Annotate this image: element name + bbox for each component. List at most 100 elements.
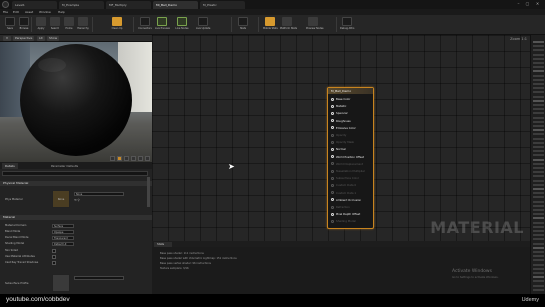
palette-list-item[interactable] xyxy=(533,209,544,211)
palette-list-item[interactable] xyxy=(533,175,544,178)
phys-material-thumbnail[interactable]: None xyxy=(52,190,70,208)
node-input-pin[interactable]: World Position Offset xyxy=(331,155,364,159)
use-material-attributes-checkbox[interactable] xyxy=(52,255,56,259)
palette-list-item[interactable] xyxy=(533,83,544,85)
palette-list-item[interactable] xyxy=(533,108,544,111)
palette-list-item[interactable] xyxy=(533,150,544,153)
toolbar-button[interactable]: Platform Stats xyxy=(280,16,297,33)
palette-list-item[interactable] xyxy=(533,259,544,262)
menu-file[interactable]: File xyxy=(3,10,8,14)
palette-list-item[interactable] xyxy=(533,141,544,144)
palette-list-item[interactable] xyxy=(533,179,544,182)
palette-list-item[interactable] xyxy=(533,53,544,56)
material-output-node[interactable]: M_Ball_Demo Base Color Metallic Specular Ro… xyxy=(327,87,374,229)
palette-list-item[interactable] xyxy=(533,284,544,287)
menu-help[interactable]: Help xyxy=(58,10,65,14)
palette-list-item[interactable] xyxy=(533,230,544,232)
preview-cube-button[interactable] xyxy=(131,156,136,161)
node-input-pin[interactable]: Custom Data 0 xyxy=(331,183,356,187)
toolbar-button[interactable]: Home xyxy=(62,16,76,33)
node-input-pin[interactable]: Opacity Mask xyxy=(331,140,354,144)
toolbar-button[interactable]: Debug Attrs xyxy=(340,16,354,33)
toolbar-button[interactable]: Search xyxy=(48,16,62,33)
pin-connector-icon[interactable] xyxy=(331,111,334,115)
tab-stats[interactable]: Stats xyxy=(154,241,172,247)
palette-list-item[interactable] xyxy=(533,263,544,266)
palette-list-item[interactable] xyxy=(533,104,544,106)
node-input-pin[interactable]: Tessellation Multiplier xyxy=(331,169,365,173)
palette-list-item[interactable] xyxy=(533,280,544,283)
palette-list-item[interactable] xyxy=(533,116,544,119)
node-input-pin[interactable]: Specular xyxy=(331,111,348,115)
palette-list-item[interactable] xyxy=(533,267,544,270)
node-input-pin[interactable]: Pixel Depth Offset xyxy=(331,212,360,216)
pin-connector-icon[interactable] xyxy=(331,97,334,101)
toolbar-button[interactable]: Live Update xyxy=(196,16,210,33)
toolbar-button[interactable]: Preview Nodes xyxy=(306,16,324,33)
material-domain-select[interactable]: Surface xyxy=(52,224,74,228)
pin-connector-icon[interactable] xyxy=(331,198,334,202)
pin-connector-icon[interactable] xyxy=(331,155,334,159)
palette-list-item[interactable] xyxy=(533,225,544,228)
toolbar-button[interactable]: Live Nodes xyxy=(175,16,189,33)
decal-blend-mode-select[interactable]: Translucent xyxy=(52,236,74,240)
browse-asset-icon[interactable]: ⟲ ⚲ xyxy=(74,198,80,202)
preview-sphere-button[interactable] xyxy=(117,156,122,161)
palette-list-item[interactable] xyxy=(533,95,544,98)
palette-list-item[interactable] xyxy=(533,49,544,52)
toolbar-button[interactable]: Save xyxy=(3,16,17,33)
palette-list-item[interactable] xyxy=(533,255,544,258)
pin-connector-icon[interactable] xyxy=(331,119,334,123)
palette-list-item[interactable] xyxy=(533,188,544,190)
node-title[interactable]: M_Ball_Demo xyxy=(328,88,373,94)
palette-list-item[interactable] xyxy=(533,288,544,291)
node-input-pin[interactable]: Base Color xyxy=(331,97,350,101)
palette-list-item[interactable] xyxy=(533,120,544,123)
toolbar-button[interactable]: Browse xyxy=(17,16,31,33)
node-input-pin[interactable]: Roughness xyxy=(331,119,351,123)
pin-connector-icon[interactable] xyxy=(331,212,334,216)
palette-list-item[interactable] xyxy=(533,112,544,115)
toolbar-button[interactable]: Live Preview xyxy=(155,16,170,33)
blend-mode-select[interactable]: Opaque xyxy=(52,230,74,234)
node-input-pin[interactable]: Emissive Color xyxy=(331,126,356,130)
pin-connector-icon[interactable] xyxy=(331,191,334,195)
palette-list-item[interactable] xyxy=(533,45,544,48)
palette-list-item[interactable] xyxy=(533,57,544,60)
palette-list-item[interactable] xyxy=(533,167,544,169)
node-input-pin[interactable]: Custom Data 1 xyxy=(331,191,356,195)
category-material[interactable]: Material xyxy=(0,215,152,220)
preview-cylinder-button[interactable] xyxy=(110,156,115,161)
pin-connector-icon[interactable] xyxy=(331,169,334,173)
palette-list-item[interactable] xyxy=(533,62,544,64)
palette-list-item[interactable] xyxy=(533,246,544,249)
toolbar-button[interactable]: Stats xyxy=(236,16,250,33)
palette-list-item[interactable] xyxy=(533,78,544,81)
node-input-pin[interactable]: Normal xyxy=(331,147,346,151)
palette-list-item[interactable] xyxy=(533,183,544,186)
palette-list-item[interactable] xyxy=(533,221,544,224)
palette-list-item[interactable] xyxy=(533,99,544,102)
cast-ray-traced-shadows-checkbox[interactable] xyxy=(52,261,56,265)
node-input-pin[interactable]: Shading Model xyxy=(331,219,356,223)
palette-list-item[interactable] xyxy=(533,41,544,43)
two-sided-checkbox[interactable] xyxy=(52,249,56,253)
tab-material-function[interactable]: MF_Multiply xyxy=(106,1,151,9)
pin-connector-icon[interactable] xyxy=(331,126,334,130)
palette-list-item[interactable] xyxy=(533,154,544,157)
subsurface-profile-combo[interactable] xyxy=(74,276,124,280)
palette-list-item[interactable] xyxy=(533,217,544,220)
toolbar-button[interactable]: Hierarchy xyxy=(76,16,90,33)
tab-plastic[interactable]: M_Plastic xyxy=(200,1,245,9)
pin-connector-icon[interactable] xyxy=(331,183,334,187)
palette-list-item[interactable] xyxy=(533,238,544,241)
palette-list-item[interactable] xyxy=(533,162,544,165)
pin-connector-icon[interactable] xyxy=(331,162,334,166)
palette-list-item[interactable] xyxy=(533,87,544,90)
material-preview-viewport[interactable] xyxy=(0,42,152,162)
preview-settings-button[interactable] xyxy=(145,156,150,161)
pin-connector-icon[interactable] xyxy=(331,219,334,223)
pin-connector-icon[interactable] xyxy=(331,140,334,144)
palette-list-item[interactable] xyxy=(533,196,544,199)
preview-mesh-button[interactable] xyxy=(138,156,143,161)
